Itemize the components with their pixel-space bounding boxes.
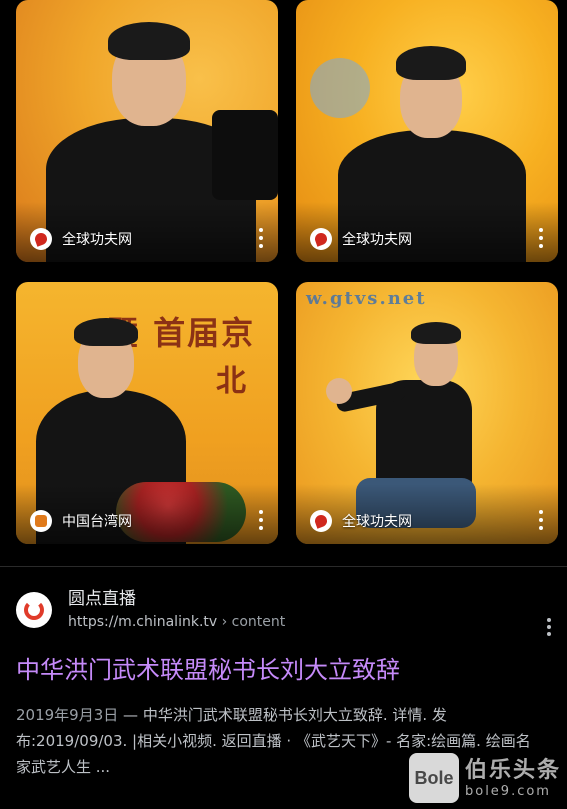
watermark-text: 伯乐头条 [464, 757, 561, 783]
result-date: 2019年9月3日 [16, 706, 119, 724]
banner-text-line-2: 北 [216, 364, 248, 399]
result-site-header[interactable]: 圆点直播 https://m.chinalink.tv › content [16, 588, 556, 632]
image-result-3[interactable]: 暨 首届京 北 中国台湾网 [16, 282, 278, 544]
quanqiu-gongfu-logo-icon [310, 228, 332, 250]
image-source-name: 全球功夫网 [62, 232, 132, 248]
watermark: Bole 伯乐头条 bole9.com [408, 753, 561, 803]
section-divider [0, 566, 567, 567]
image-source-name: 全球功夫网 [342, 514, 412, 530]
image-source-name: 中国台湾网 [62, 514, 132, 530]
image-source[interactable]: 全球功夫网 [30, 228, 132, 250]
image-results-grid: 全球功夫网 全球功夫网 暨 首届京 北 中国台湾网 w.gtvs.net 全球功… [0, 0, 567, 560]
image-source[interactable]: 全球功夫网 [310, 510, 412, 532]
quanqiu-gongfu-logo-icon [30, 228, 52, 250]
watermark-badge: Bole [408, 753, 459, 803]
more-options-icon[interactable] [538, 510, 544, 530]
taiwan-net-logo-icon [30, 510, 52, 532]
more-options-icon[interactable] [258, 228, 264, 248]
search-result: 圆点直播 https://m.chinalink.tv › content 中华… [16, 588, 556, 780]
banner-text-url: w.gtvs.net [306, 288, 427, 309]
more-options-icon[interactable] [538, 228, 544, 248]
image-result-2[interactable]: 全球功夫网 [296, 0, 558, 262]
result-site-name: 圆点直播 [68, 589, 136, 609]
result-more-options-icon[interactable] [546, 618, 552, 636]
image-source-name: 全球功夫网 [342, 232, 412, 248]
image-source[interactable]: 全球功夫网 [310, 228, 412, 250]
result-title-link[interactable]: 中华洪门武术联盟秘书长刘大立致辞 [16, 654, 556, 686]
more-options-icon[interactable] [258, 510, 264, 530]
image-result-4[interactable]: w.gtvs.net 全球功夫网 [296, 282, 558, 544]
image-source[interactable]: 中国台湾网 [30, 510, 132, 532]
watermark-url: bole9.com [464, 783, 551, 799]
site-favicon-icon [16, 592, 52, 628]
image-result-1[interactable]: 全球功夫网 [16, 0, 278, 262]
result-url: https://m.chinalink.tv › content [68, 614, 286, 630]
quanqiu-gongfu-logo-icon [310, 510, 332, 532]
